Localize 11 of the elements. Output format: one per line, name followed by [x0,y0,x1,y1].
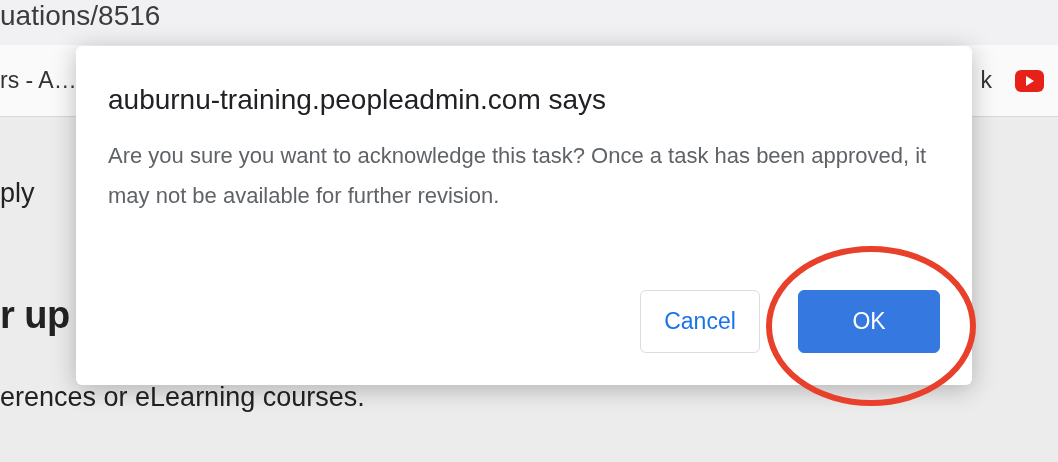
ok-button[interactable]: OK [798,290,940,353]
dialog-message: Are you sure you want to acknowledge this task? Once a task has been approved, it may not be available for further revision. [108,142,928,210]
address-text[interactable]: uations/8516 [0,0,161,32]
page-text: ply [0,177,35,209]
page-heading: r up [0,293,70,338]
play-icon[interactable] [1015,69,1044,92]
bookmark-item[interactable]: k [980,67,992,94]
dialog-title: auburnu-training.peopleadmin.com says [108,84,608,116]
page-text: erences or eLearning courses. [0,381,365,413]
bookmark-item[interactable]: rs - A… [0,67,77,94]
cancel-button[interactable]: Cancel [640,290,760,353]
